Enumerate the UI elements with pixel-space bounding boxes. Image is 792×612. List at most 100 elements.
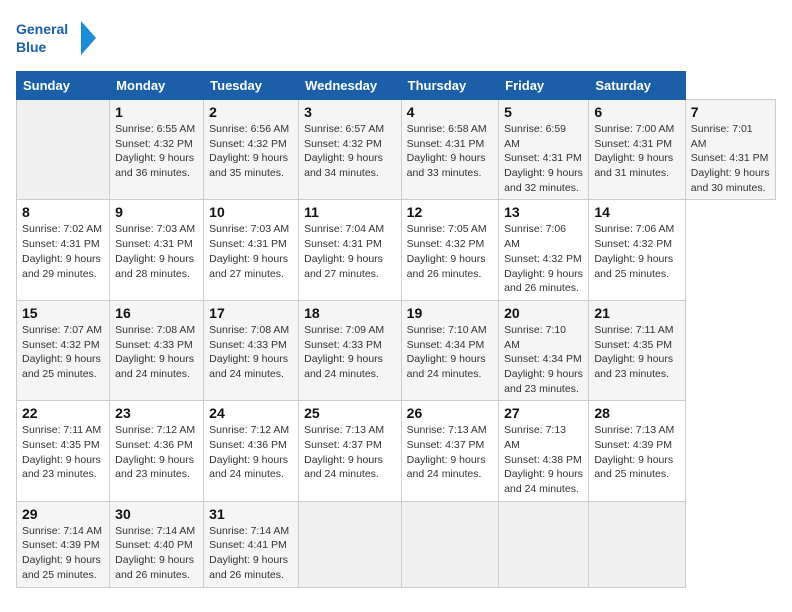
day-number: 8 [22, 204, 104, 220]
column-header-saturday: Saturday [589, 72, 685, 100]
day-number: 12 [407, 204, 493, 220]
day-cell: 9 Sunrise: 7:03 AMSunset: 4:31 PMDaylight… [110, 200, 204, 300]
day-info: Sunrise: 6:55 AMSunset: 4:32 PMDaylight:… [115, 122, 198, 181]
day-info: Sunrise: 7:02 AMSunset: 4:31 PMDaylight:… [22, 222, 104, 281]
day-cell: 30 Sunrise: 7:14 AMSunset: 4:40 PMDayligh… [110, 501, 204, 587]
svg-text:General: General [16, 21, 68, 37]
day-info: Sunrise: 7:07 AMSunset: 4:32 PMDaylight:… [22, 323, 104, 382]
day-number: 19 [407, 305, 493, 321]
day-cell: 8 Sunrise: 7:02 AMSunset: 4:31 PMDaylight… [17, 200, 110, 300]
day-number: 31 [209, 506, 293, 522]
empty-cell [17, 100, 110, 200]
day-info: Sunrise: 7:06 AMSunset: 4:32 PMDaylight:… [594, 222, 679, 281]
day-info: Sunrise: 7:03 AMSunset: 4:31 PMDaylight:… [115, 222, 198, 281]
day-info: Sunrise: 7:13 AMSunset: 4:37 PMDaylight:… [304, 423, 396, 482]
day-info: Sunrise: 7:04 AMSunset: 4:31 PMDaylight:… [304, 222, 396, 281]
day-cell [401, 501, 498, 587]
day-number: 21 [594, 305, 679, 321]
day-cell: 31 Sunrise: 7:14 AMSunset: 4:41 PMDayligh… [204, 501, 299, 587]
day-cell [589, 501, 685, 587]
day-cell: 20Sunrise: 7:10 AMSunset: 4:34 PMDayligh… [499, 300, 589, 400]
day-info: Sunrise: 7:11 AMSunset: 4:35 PMDaylight:… [594, 323, 679, 382]
day-info: Sunrise: 7:01 AMSunset: 4:31 PMDaylight:… [691, 122, 770, 195]
day-number: 30 [115, 506, 198, 522]
day-info: Sunrise: 7:12 AMSunset: 4:36 PMDaylight:… [115, 423, 198, 482]
day-info: Sunrise: 6:56 AMSunset: 4:32 PMDaylight:… [209, 122, 293, 181]
day-cell [299, 501, 402, 587]
week-row-1: 1 Sunrise: 6:55 AMSunset: 4:32 PMDaylight… [17, 100, 776, 200]
day-cell: 17 Sunrise: 7:08 AMSunset: 4:33 PMDayligh… [204, 300, 299, 400]
day-number: 14 [594, 204, 679, 220]
day-cell: 2 Sunrise: 6:56 AMSunset: 4:32 PMDaylight… [204, 100, 299, 200]
day-number: 4 [407, 104, 493, 120]
week-row-2: 8 Sunrise: 7:02 AMSunset: 4:31 PMDaylight… [17, 200, 776, 300]
day-cell: 28 Sunrise: 7:13 AMSunset: 4:39 PMDayligh… [589, 401, 685, 501]
calendar-body: 1 Sunrise: 6:55 AMSunset: 4:32 PMDaylight… [17, 100, 776, 588]
day-cell: 21 Sunrise: 7:11 AMSunset: 4:35 PMDayligh… [589, 300, 685, 400]
day-number: 2 [209, 104, 293, 120]
column-header-monday: Monday [110, 72, 204, 100]
day-number: 26 [407, 405, 493, 421]
day-info: Sunrise: 7:14 AMSunset: 4:40 PMDaylight:… [115, 524, 198, 583]
column-header-thursday: Thursday [401, 72, 498, 100]
day-cell: 4 Sunrise: 6:58 AMSunset: 4:31 PMDaylight… [401, 100, 498, 200]
day-number: 13 [504, 204, 583, 220]
day-number: 29 [22, 506, 104, 522]
day-number: 27 [504, 405, 583, 421]
page-header: General Blue [16, 16, 776, 61]
day-info: Sunrise: 6:58 AMSunset: 4:31 PMDaylight:… [407, 122, 493, 181]
day-info: Sunrise: 7:08 AMSunset: 4:33 PMDaylight:… [209, 323, 293, 382]
day-number: 5 [504, 104, 583, 120]
column-header-wednesday: Wednesday [299, 72, 402, 100]
day-info: Sunrise: 6:59 AMSunset: 4:31 PMDaylight:… [504, 122, 583, 195]
day-cell: 22Sunrise: 7:11 AMSunset: 4:35 PMDayligh… [17, 401, 110, 501]
day-number: 20 [504, 305, 583, 321]
day-cell: 10 Sunrise: 7:03 AMSunset: 4:31 PMDayligh… [204, 200, 299, 300]
day-cell: 7Sunrise: 7:01 AMSunset: 4:31 PMDaylight… [685, 100, 775, 200]
day-info: Sunrise: 7:13 AMSunset: 4:39 PMDaylight:… [594, 423, 679, 482]
day-cell: 15 Sunrise: 7:07 AMSunset: 4:32 PMDayligh… [17, 300, 110, 400]
day-cell: 3 Sunrise: 6:57 AMSunset: 4:32 PMDaylight… [299, 100, 402, 200]
week-row-4: 22Sunrise: 7:11 AMSunset: 4:35 PMDayligh… [17, 401, 776, 501]
day-info: Sunrise: 7:03 AMSunset: 4:31 PMDaylight:… [209, 222, 293, 281]
day-info: Sunrise: 7:09 AMSunset: 4:33 PMDaylight:… [304, 323, 396, 382]
svg-text:Blue: Blue [16, 39, 47, 55]
day-info: Sunrise: 7:08 AMSunset: 4:33 PMDaylight:… [115, 323, 198, 382]
day-number: 3 [304, 104, 396, 120]
logo: General Blue [16, 16, 96, 61]
day-number: 16 [115, 305, 198, 321]
header-row: SundayMondayTuesdayWednesdayThursdayFrid… [17, 72, 776, 100]
day-cell: 23 Sunrise: 7:12 AMSunset: 4:36 PMDayligh… [110, 401, 204, 501]
day-info: Sunrise: 7:14 AMSunset: 4:41 PMDaylight:… [209, 524, 293, 583]
day-cell: 14 Sunrise: 7:06 AMSunset: 4:32 PMDayligh… [589, 200, 685, 300]
day-number: 17 [209, 305, 293, 321]
day-info: Sunrise: 7:06 AMSunset: 4:32 PMDaylight:… [504, 222, 583, 295]
day-number: 10 [209, 204, 293, 220]
day-number: 25 [304, 405, 396, 421]
day-number: 28 [594, 405, 679, 421]
logo-svg: General Blue [16, 16, 96, 61]
day-cell: 27Sunrise: 7:13 AMSunset: 4:38 PMDayligh… [499, 401, 589, 501]
day-info: Sunrise: 7:14 AMSunset: 4:39 PMDaylight:… [22, 524, 104, 583]
day-cell: 6Sunrise: 7:00 AMSunset: 4:31 PMDaylight… [589, 100, 685, 200]
day-number: 9 [115, 204, 198, 220]
day-number: 11 [304, 204, 396, 220]
day-cell: 16 Sunrise: 7:08 AMSunset: 4:33 PMDayligh… [110, 300, 204, 400]
day-cell: 12Sunrise: 7:05 AMSunset: 4:32 PMDayligh… [401, 200, 498, 300]
day-info: Sunrise: 6:57 AMSunset: 4:32 PMDaylight:… [304, 122, 396, 181]
day-info: Sunrise: 7:13 AMSunset: 4:37 PMDaylight:… [407, 423, 493, 482]
calendar-header: SundayMondayTuesdayWednesdayThursdayFrid… [17, 72, 776, 100]
day-cell: 1 Sunrise: 6:55 AMSunset: 4:32 PMDaylight… [110, 100, 204, 200]
day-cell: 25 Sunrise: 7:13 AMSunset: 4:37 PMDayligh… [299, 401, 402, 501]
day-number: 1 [115, 104, 198, 120]
day-cell: 11 Sunrise: 7:04 AMSunset: 4:31 PMDayligh… [299, 200, 402, 300]
day-info: Sunrise: 7:00 AMSunset: 4:31 PMDaylight:… [594, 122, 679, 181]
day-number: 23 [115, 405, 198, 421]
day-cell [499, 501, 589, 587]
day-cell: 26 Sunrise: 7:13 AMSunset: 4:37 PMDayligh… [401, 401, 498, 501]
week-row-3: 15 Sunrise: 7:07 AMSunset: 4:32 PMDayligh… [17, 300, 776, 400]
day-number: 22 [22, 405, 104, 421]
day-number: 15 [22, 305, 104, 321]
day-cell: 19Sunrise: 7:10 AMSunset: 4:34 PMDayligh… [401, 300, 498, 400]
day-cell: 13 Sunrise: 7:06 AMSunset: 4:32 PMDayligh… [499, 200, 589, 300]
